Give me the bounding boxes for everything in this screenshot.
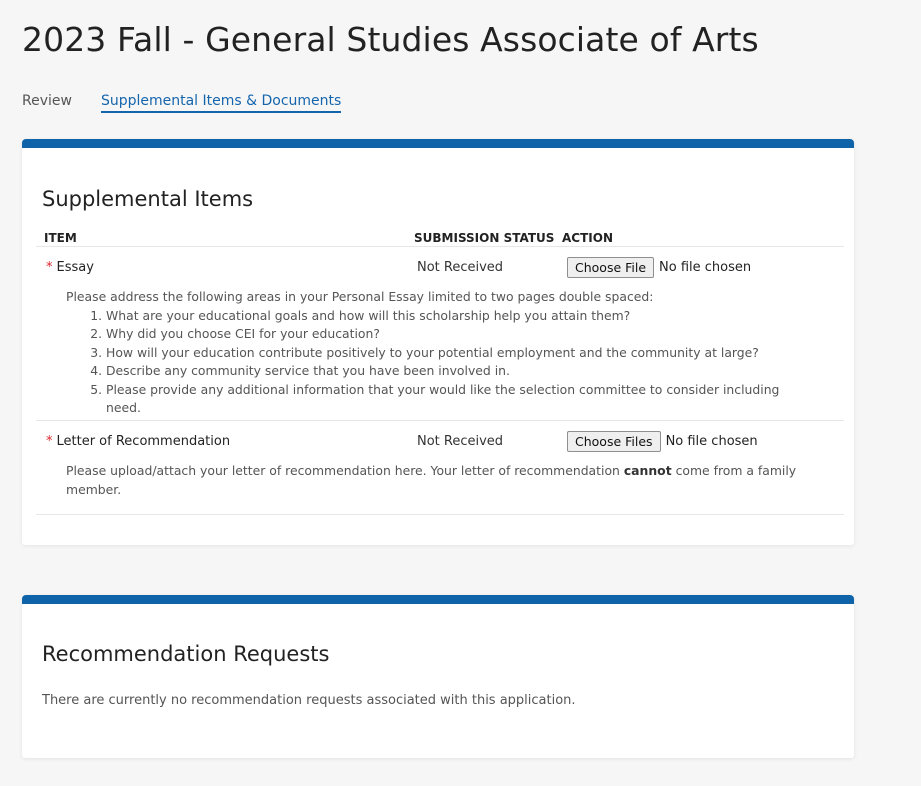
divider: [36, 514, 844, 515]
tab-supplemental-items[interactable]: Supplemental Items & Documents: [100, 93, 342, 113]
essay-intro: Please address the following areas in yo…: [66, 289, 654, 304]
choose-file-button[interactable]: Choose File: [567, 257, 655, 278]
item-label: Essay: [56, 260, 94, 275]
list-item: Describe any community service that you …: [106, 362, 806, 381]
essay-questions-list: What are your educational goals and how …: [66, 307, 806, 418]
letter-text-bold: cannot: [623, 463, 672, 478]
list-item: How will your education contribute posit…: [106, 344, 806, 363]
status-letter: Not Received: [417, 434, 504, 449]
recommendation-requests-card: Recommendation Requests There are curren…: [22, 595, 854, 758]
recommendation-requests-title: Recommendation Requests: [42, 642, 330, 666]
tab-review[interactable]: Review: [22, 93, 72, 113]
letter-instructions: Please upload/attach your letter of reco…: [66, 462, 806, 499]
list-item: Why did you choose CEI for your educatio…: [106, 325, 806, 344]
no-file-text: No file chosen: [665, 434, 758, 449]
tab-bar: Review Supplemental Items & Documents: [22, 93, 370, 113]
supplemental-items-title: Supplemental Items: [42, 187, 254, 211]
list-item: What are your educational goals and how …: [106, 307, 806, 326]
letter-text-pre: Please upload/attach your letter of reco…: [66, 463, 624, 478]
file-input-essay: Choose File No file chosen: [567, 257, 751, 278]
required-marker: *: [46, 260, 53, 275]
divider: [36, 420, 844, 421]
essay-instructions: Please address the following areas in yo…: [66, 288, 806, 418]
item-label: Letter of Recommendation: [56, 434, 231, 449]
file-input-letter: Choose Files No file chosen: [567, 431, 758, 452]
page-title: 2023 Fall - General Studies Associate of…: [22, 20, 759, 59]
required-marker: *: [46, 434, 53, 449]
no-file-text: No file chosen: [659, 260, 752, 275]
supplemental-items-card: Supplemental Items ITEM SUBMISSION STATU…: [22, 139, 854, 545]
column-header-status: SUBMISSION STATUS: [414, 231, 555, 245]
column-header-action: ACTION: [562, 231, 613, 245]
status-essay: Not Received: [417, 260, 504, 275]
item-name-letter: * Letter of Recommendation: [46, 434, 230, 449]
choose-files-button[interactable]: Choose Files: [567, 431, 661, 452]
column-header-item: ITEM: [44, 231, 77, 245]
empty-state-text: There are currently no recommendation re…: [42, 693, 576, 708]
item-name-essay: * Essay: [46, 260, 94, 275]
divider: [36, 246, 844, 247]
list-item: Please provide any additional informatio…: [106, 381, 806, 418]
